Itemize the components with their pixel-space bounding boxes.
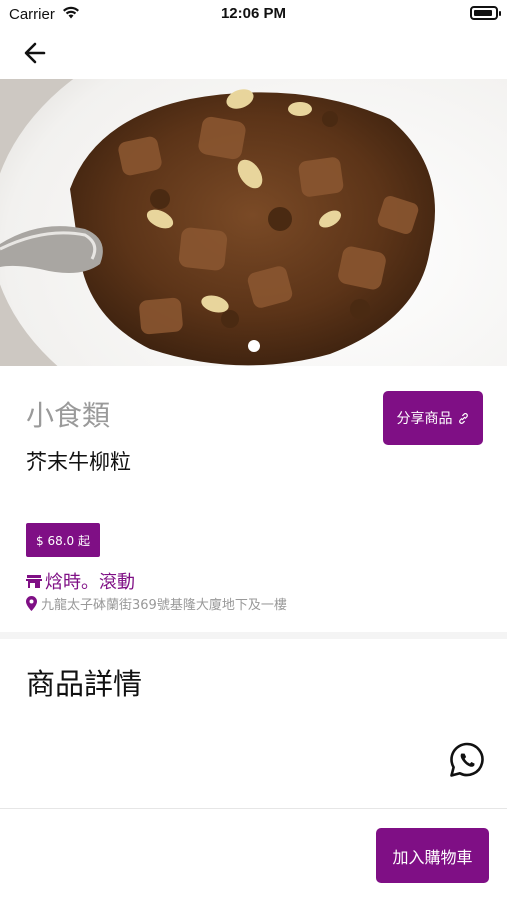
shop-link[interactable]: 焓時。滾動 xyxy=(26,569,135,593)
battery-icon xyxy=(470,6,501,20)
product-category: 小食類 xyxy=(26,399,111,432)
whatsapp-icon xyxy=(450,742,484,777)
nav-bar xyxy=(0,28,507,78)
battery-level xyxy=(474,10,492,16)
shop-name: 焓時。滾動 xyxy=(45,572,135,593)
product-name: 芥末牛柳粒 xyxy=(26,450,131,474)
share-button-label: 分享商品 xyxy=(396,411,453,427)
clipped-heading-glyphs: ──── xyxy=(26,796,93,808)
back-arrow-icon xyxy=(24,42,46,64)
status-time: 12:06 PM xyxy=(220,5,287,22)
whatsapp-button[interactable] xyxy=(448,741,486,779)
store-icon xyxy=(26,574,42,588)
section-divider xyxy=(0,632,507,639)
address-text: 九龍太子砵蘭街369號基隆大廈地下及一樓 xyxy=(41,597,287,613)
status-bar: Carrier 12:06 PM xyxy=(0,0,507,28)
product-photo xyxy=(0,79,507,366)
carousel-page-dot[interactable] xyxy=(248,340,260,352)
bottom-action-bar: 加入購物車 xyxy=(0,808,507,900)
product-details-title: 商品詳情 xyxy=(26,667,143,701)
add-to-cart-button[interactable]: 加入購物車 xyxy=(376,828,489,883)
back-button[interactable] xyxy=(20,38,52,68)
price-badge: $ 68.0 起 xyxy=(26,523,100,557)
location-pin-icon xyxy=(26,595,37,611)
shop-address: 九龍太子砵蘭街369號基隆大廈地下及一樓 xyxy=(26,593,287,613)
share-product-button[interactable]: 分享商品 xyxy=(383,391,483,445)
next-section-heading-clipped: ──── xyxy=(0,790,507,808)
product-image-carousel[interactable] xyxy=(0,79,507,366)
link-icon xyxy=(458,412,468,424)
